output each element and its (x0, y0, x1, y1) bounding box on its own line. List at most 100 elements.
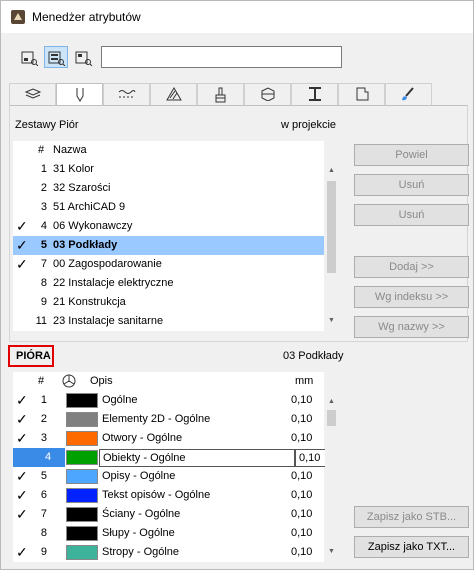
pen-color-swatch[interactable] (66, 431, 98, 446)
search-input[interactable] (101, 46, 342, 68)
pen-row[interactable]: ✓ 9 Stropy - Ogólne 0,10 (13, 543, 324, 562)
checkmark-icon: ✓ (16, 506, 28, 522)
col-header-name: Nazwa (53, 144, 87, 156)
tab-line-types[interactable] (103, 83, 150, 105)
pen-sets-scrollbar[interactable]: ▲ ▼ (325, 141, 338, 331)
checkmark-icon: ✓ (16, 430, 28, 446)
pen-width: 0,10 (291, 489, 313, 501)
scroll-up-icon[interactable]: ▲ (328, 398, 335, 405)
pen-set-row[interactable]: ✓ 4 06 Wykonawczy (13, 217, 324, 236)
pens-list: # Opis mm ✓ 1 Ogólne 0,10 ✓ 2 Elementy 2D - Og… (13, 372, 335, 562)
pen-description: Ogólne (102, 394, 138, 406)
pen-row[interactable]: 8 Słupy - Ogólne 0,10 (13, 524, 324, 543)
pen-row[interactable]: ✓ 2 Elementy 2D - Ogólne 0,10 (13, 410, 324, 429)
pen-width: 0,10 (291, 432, 313, 444)
pen-row[interactable]: 4 Obiekty - Ogólne 0,10 (13, 448, 335, 467)
pen-row[interactable]: ✓ 7 Ściany - Ogólne 0,10 (13, 505, 324, 524)
pen-color-swatch[interactable] (66, 526, 98, 541)
pen-color-swatch[interactable] (66, 507, 98, 522)
col-header-desc: Opis (90, 375, 113, 387)
by-index-button[interactable]: Wg indeksu >> (354, 286, 469, 308)
surface-brush-icon (402, 87, 414, 101)
pen-description: Elementy 2D - Ogólne (102, 413, 211, 425)
pens-title: PIÓRA (16, 350, 51, 362)
pen-sets-title: Zestawy Piór (15, 119, 79, 131)
color-wheel-icon (62, 374, 76, 391)
pen-set-name: 23 Instalacje sanitarne (53, 315, 164, 327)
pen-set-row[interactable]: ✓ 5 03 Podkłady (13, 236, 324, 255)
pen-set-row[interactable]: ✓ 7 00 Zagospodarowanie (13, 255, 324, 274)
pen-width: 0,10 (291, 527, 313, 539)
pen-sets-filter[interactable]: w projekcie (281, 119, 336, 131)
scroll-thumb[interactable] (327, 410, 336, 426)
checkmark-icon: ✓ (16, 237, 28, 253)
pen-row[interactable]: ✓ 3 Otwory - Ogólne 0,10 (13, 429, 324, 448)
pen-icon (76, 88, 84, 102)
pen-set-row[interactable]: 2 32 Szarości (13, 179, 324, 198)
pen-set-row[interactable]: 1 31 Kolor (13, 160, 324, 179)
view-list-icon[interactable] (17, 46, 41, 68)
pen-set-number: 5 (40, 239, 47, 251)
pen-color-swatch[interactable] (66, 488, 98, 503)
checkmark-icon: ✓ (16, 544, 28, 560)
pen-sets-list: # Nazwa 1 31 Kolor 2 32 Szarości 3 51 ArchiCA… (13, 141, 324, 331)
pen-color-swatch[interactable] (66, 545, 98, 560)
pen-color-swatch[interactable] (66, 393, 98, 408)
pen-set-name: 51 ArchiCAD 9 (53, 201, 126, 213)
duplicate-button[interactable]: Powiel (354, 144, 469, 166)
col-header-num: # (38, 375, 45, 387)
tab-fills[interactable] (150, 83, 197, 105)
window-title: Menedżer atrybutów (32, 10, 141, 24)
scroll-up-icon[interactable]: ▲ (328, 167, 335, 174)
pen-set-row[interactable]: 8 22 Instalacje elektryczne (13, 274, 324, 293)
pen-description: Opisy - Ogólne (102, 470, 176, 482)
scroll-thumb[interactable] (327, 181, 336, 273)
pen-set-row[interactable]: 3 51 ArchiCAD 9 (13, 198, 324, 217)
tab-zone-categories[interactable] (338, 83, 385, 105)
pens-scrollbar[interactable]: ▲ ▼ (325, 372, 338, 562)
pen-description-field[interactable]: Obiekty - Ogólne (99, 449, 295, 467)
by-name-button[interactable]: Wg nazwy >> (354, 316, 469, 338)
pen-number: 2 (40, 413, 47, 425)
col-header-num: # (38, 144, 45, 156)
pen-color-swatch[interactable] (66, 412, 98, 427)
pen-row[interactable]: ✓ 5 Opisy - Ogólne 0,10 (13, 467, 324, 486)
composites-icon (261, 87, 275, 101)
view-preview-icon[interactable] (71, 46, 95, 68)
pen-row[interactable]: ✓ 1 Ogólne 0,10 (13, 391, 324, 410)
tab-surfaces[interactable] (385, 83, 432, 105)
pen-set-number: 7 (40, 258, 47, 270)
pen-set-number: 3 (40, 201, 47, 213)
app-icon (11, 10, 25, 24)
zone-icon (356, 87, 369, 101)
delete-all-button[interactable]: Usuń (354, 204, 469, 226)
tab-composites[interactable] (244, 83, 291, 105)
col-header-mm: mm (295, 375, 314, 387)
view-details-icon[interactable] (44, 46, 68, 68)
tab-profiles[interactable] (291, 83, 338, 105)
pen-set-row[interactable]: 9 21 Konstrukcja (13, 293, 324, 312)
pen-color-swatch[interactable] (66, 469, 98, 484)
pen-set-number: 8 (40, 277, 47, 289)
pen-number: 8 (40, 527, 47, 539)
pen-set-name: 22 Instalacje elektryczne (53, 277, 174, 289)
pen-color-swatch[interactable] (66, 450, 98, 465)
tab-layers[interactable] (9, 83, 56, 105)
save-stb-button[interactable]: Zapisz jako STB... (354, 506, 469, 528)
pen-number-cell[interactable]: 4 (13, 448, 65, 467)
pen-set-name: 03 Podkłady (53, 239, 118, 251)
pen-set-row[interactable]: 11 23 Instalacje sanitarne (13, 312, 324, 331)
pen-set-number: 11 (35, 315, 47, 327)
pen-set-number: 9 (40, 296, 47, 308)
tab-building-materials[interactable] (197, 83, 244, 105)
pen-row[interactable]: ✓ 6 Tekst opisów - Ogólne 0,10 (13, 486, 324, 505)
tab-pens[interactable] (56, 83, 103, 107)
pen-number: 7 (40, 508, 47, 520)
save-txt-button[interactable]: Zapisz jako TXT... (354, 536, 469, 558)
checkmark-icon: ✓ (16, 392, 28, 408)
add-button[interactable]: Dodaj >> (354, 256, 469, 278)
scroll-down-icon[interactable]: ▼ (328, 548, 335, 555)
delete-button[interactable]: Usuń (354, 174, 469, 196)
pen-number: 9 (40, 546, 47, 558)
scroll-down-icon[interactable]: ▼ (328, 317, 335, 324)
